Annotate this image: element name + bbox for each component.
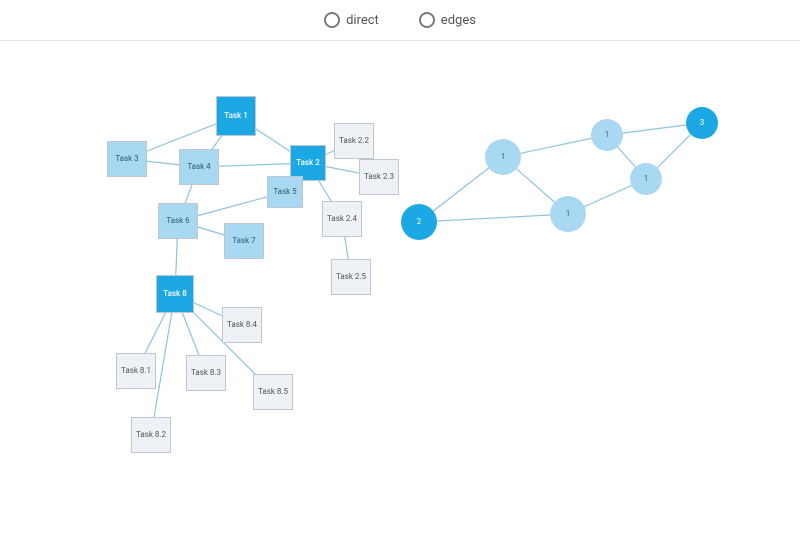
node-t5[interactable]: Task 5	[267, 176, 303, 208]
node-t3[interactable]: Task 3	[107, 141, 147, 177]
node-t6[interactable]: Task 6	[158, 203, 198, 239]
node-t85[interactable]: Task 8.5	[253, 374, 293, 410]
toolbar: direct edges	[0, 0, 800, 41]
node-c1[interactable]: 2	[401, 204, 437, 240]
node-t24[interactable]: Task 2.4	[322, 201, 362, 237]
node-c4[interactable]: 1	[591, 119, 623, 151]
node-c2[interactable]: 1	[485, 139, 521, 175]
graph-canvas[interactable]: Task 1Task 2Task 3Task 4Task 5Task 6Task…	[0, 41, 800, 546]
node-t81[interactable]: Task 8.1	[116, 353, 156, 389]
node-t25[interactable]: Task 2.5	[331, 259, 371, 295]
node-c5[interactable]: 1	[630, 163, 662, 195]
node-t4[interactable]: Task 4	[179, 149, 219, 185]
node-t23[interactable]: Task 2.3	[359, 159, 399, 195]
radio-icon	[324, 12, 340, 28]
node-t84[interactable]: Task 8.4	[222, 307, 262, 343]
node-t8[interactable]: Task 8	[156, 275, 194, 313]
node-t22[interactable]: Task 2.2	[334, 123, 374, 159]
radio-edges-label: edges	[441, 13, 476, 28]
radio-icon	[419, 12, 435, 28]
radio-edges[interactable]: edges	[419, 12, 476, 28]
node-c3[interactable]: 1	[550, 196, 586, 232]
radio-direct-label: direct	[346, 13, 379, 28]
edge-layer	[0, 41, 800, 546]
node-t7[interactable]: Task 7	[224, 223, 264, 259]
radio-direct[interactable]: direct	[324, 12, 379, 28]
node-t82[interactable]: Task 8.2	[131, 417, 171, 453]
node-c6[interactable]: 3	[686, 107, 718, 139]
node-t1[interactable]: Task 1	[216, 96, 256, 136]
node-t83[interactable]: Task 8.3	[186, 355, 226, 391]
